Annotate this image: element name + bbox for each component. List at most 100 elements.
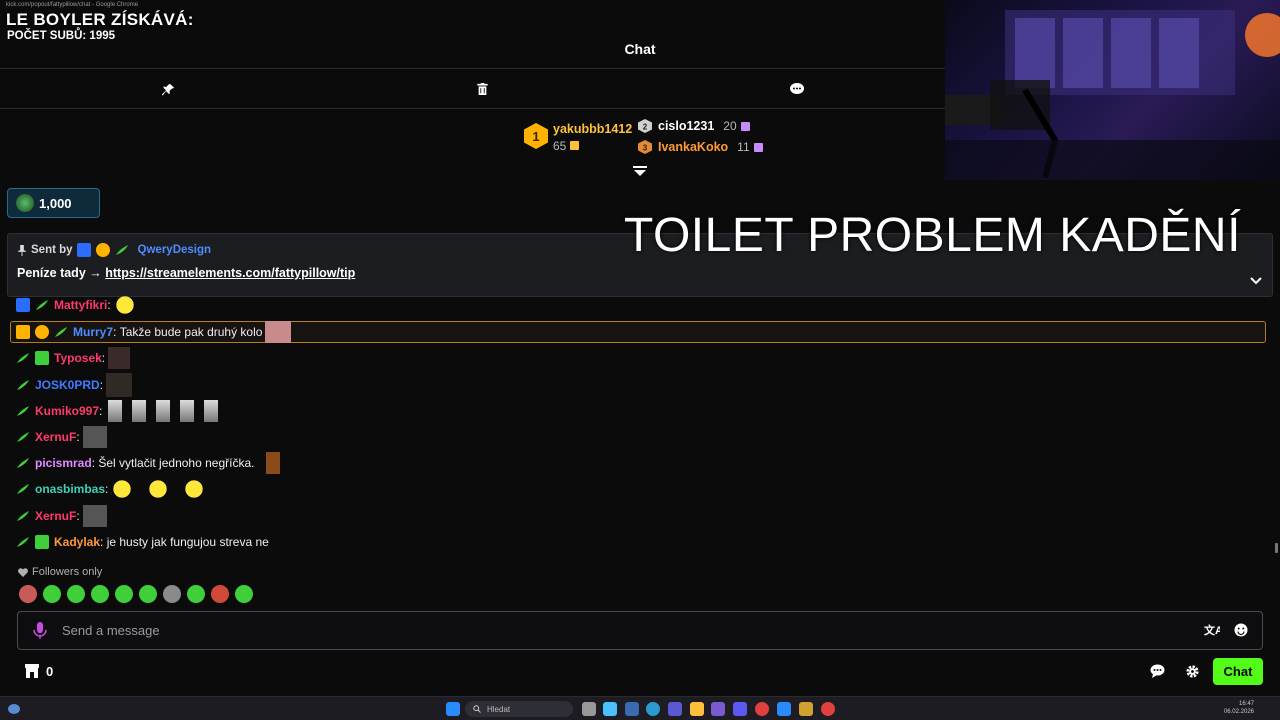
leaderboard-first-name[interactable]: yakubbb1412 xyxy=(553,122,632,136)
weather-icon[interactable] xyxy=(8,704,20,714)
store-icon[interactable] xyxy=(24,663,40,679)
message-username[interactable]: Murry7 xyxy=(73,325,113,339)
pin-icon xyxy=(18,244,26,256)
taskbar-time: 16:47 xyxy=(1238,701,1254,707)
app-icon[interactable] xyxy=(625,702,639,716)
emote-icon[interactable] xyxy=(235,585,253,603)
search-icon xyxy=(473,705,481,713)
leaderboard-second[interactable]: 2 cislo1231 20 xyxy=(638,119,750,133)
broadcaster-badge-icon xyxy=(76,243,91,257)
message-username[interactable]: picismrad xyxy=(35,456,92,470)
chat-message[interactable]: Kadylak: je husty jak fungujou streva ne xyxy=(16,530,269,554)
emote-icon xyxy=(82,505,107,527)
pinned-sender[interactable]: QweryDesign xyxy=(138,244,212,256)
task-view-icon[interactable] xyxy=(582,702,596,716)
leaderboard-second-name: cislo1231 xyxy=(658,119,715,133)
widgets-icon[interactable] xyxy=(603,702,617,716)
leaderboard-third[interactable]: 3 IvankaKoko 11 xyxy=(638,140,763,154)
chat-message[interactable]: Kumiko997: xyxy=(16,399,219,423)
chat-message[interactable]: Mattyfikri: xyxy=(16,293,136,317)
chat-message[interactable]: XernuF: xyxy=(16,425,107,449)
emote-icon xyxy=(111,478,134,500)
chat-bubble-icon[interactable] xyxy=(789,81,805,97)
rank-three-badge-icon: 3 xyxy=(638,140,652,154)
gifter-badge-icon xyxy=(35,325,49,339)
microphone-icon[interactable] xyxy=(33,622,47,640)
message-input-container: 文A xyxy=(17,611,1263,650)
chat-message[interactable]: onasbimbas: xyxy=(16,477,206,501)
windows-taskbar: Hledat 16:47 06.02.2026 xyxy=(0,696,1280,720)
leaderboard-third-name: IvankaKoko xyxy=(658,140,729,154)
chat-header: Chat xyxy=(0,28,945,69)
emote-icon xyxy=(204,400,219,422)
emote-icon[interactable] xyxy=(211,585,229,603)
chat-message[interactable]: Typosek: xyxy=(16,346,131,370)
emote-icon[interactable] xyxy=(67,585,85,603)
message-username[interactable]: XernuF xyxy=(35,430,76,444)
chat-settings-bubble-icon[interactable] xyxy=(1150,664,1165,679)
gift-icon xyxy=(740,121,750,131)
trash-icon[interactable] xyxy=(474,81,490,97)
app-icon[interactable] xyxy=(733,702,747,716)
emote-icon[interactable] xyxy=(187,585,205,603)
chat-popout-window: kick.com/popout/fattypillow/chat - Googl… xyxy=(0,0,1280,720)
sub-badge-icon xyxy=(16,535,30,549)
sub-badge-icon xyxy=(16,509,30,523)
gear-icon[interactable] xyxy=(1185,664,1200,679)
app-icon[interactable] xyxy=(711,702,725,716)
rank-one-label: 1 xyxy=(532,129,539,144)
emoji-icon[interactable] xyxy=(1234,623,1248,637)
chrome-icon[interactable] xyxy=(821,702,835,716)
message-username[interactable]: onasbimbas xyxy=(35,482,105,496)
message-username[interactable]: Typosek xyxy=(54,351,102,365)
emote-icon[interactable] xyxy=(43,585,61,603)
app-icon[interactable] xyxy=(799,702,813,716)
send-chat-button[interactable]: Chat xyxy=(1213,658,1263,685)
windows-start-icon[interactable] xyxy=(446,702,460,716)
chevron-down-icon[interactable] xyxy=(1250,272,1262,285)
emote-icon[interactable] xyxy=(115,585,133,603)
message-username[interactable]: XernuF xyxy=(35,509,76,523)
emote-icon[interactable] xyxy=(91,585,109,603)
heart-icon xyxy=(18,567,28,577)
emote-icon[interactable] xyxy=(139,585,157,603)
emote-icon xyxy=(180,400,195,422)
app-icon[interactable] xyxy=(668,702,682,716)
chat-toolbar xyxy=(0,69,945,109)
message-username[interactable]: Mattyfikri xyxy=(54,298,107,312)
edge-icon[interactable] xyxy=(646,702,660,716)
taskbar-search[interactable]: Hledat xyxy=(465,701,573,717)
chat-message[interactable]: picismrad: Šel vytlačit jednoho negříčka… xyxy=(16,451,281,475)
channel-points-widget[interactable]: 1,000 xyxy=(7,188,100,218)
emote-icon xyxy=(113,294,136,316)
sub-badge-icon xyxy=(54,325,68,339)
chrome-icon[interactable] xyxy=(755,702,769,716)
pinned-text: Peníze tady → https://streamelements.com… xyxy=(17,266,355,280)
message-username[interactable]: Kumiko997 xyxy=(35,404,99,418)
emote-icon[interactable] xyxy=(19,585,37,603)
og-badge-icon xyxy=(16,298,30,312)
chat-message[interactable]: XernuF: xyxy=(16,504,107,528)
app-icon[interactable] xyxy=(777,702,791,716)
scrollbar-thumb[interactable] xyxy=(1275,543,1278,553)
emote-icon xyxy=(108,347,131,369)
leaderboard-first-count: 65 xyxy=(553,139,580,153)
message-username[interactable]: JOSK0PRD xyxy=(35,378,100,392)
emote-icon xyxy=(82,426,107,448)
chat-message[interactable]: JOSK0PRD: xyxy=(16,373,133,397)
file-explorer-icon[interactable] xyxy=(690,702,704,716)
translate-icon[interactable]: 文A xyxy=(1204,623,1223,639)
pinned-sent-by: Sent by xyxy=(31,244,73,256)
message-input[interactable] xyxy=(62,612,1162,649)
emote-icon xyxy=(147,478,170,500)
pinned-meta: Sent by QweryDesign xyxy=(17,243,211,257)
sub-badge-icon xyxy=(16,456,30,470)
taskbar-clock[interactable]: 16:47 06.02.2026 xyxy=(1224,700,1254,716)
pin-icon[interactable] xyxy=(160,81,176,97)
collapse-leaderboard-icon[interactable] xyxy=(632,165,648,179)
message-username[interactable]: Kadylak xyxy=(54,535,100,549)
emote-icon[interactable] xyxy=(163,585,181,603)
chat-message-highlighted[interactable]: Murry7: Takže bude pak druhý kolo xyxy=(16,320,292,344)
rank-one-badge-icon: 1 xyxy=(524,123,548,149)
pinned-link[interactable]: https://streamelements.com/fattypillow/t… xyxy=(105,266,355,280)
